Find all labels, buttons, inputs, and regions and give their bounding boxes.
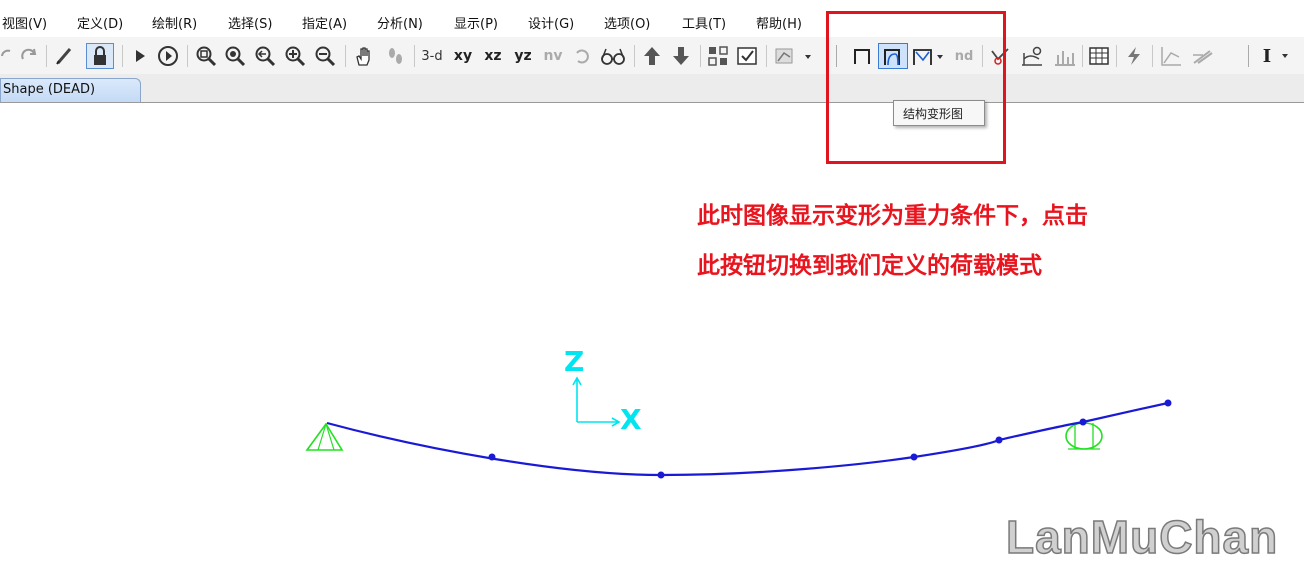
show-virtual-work-icon[interactable] [1050, 43, 1080, 69]
joint-node[interactable] [910, 453, 918, 461]
annotation-highlight-box [826, 11, 1006, 164]
menu-help[interactable]: 帮助(H) [756, 13, 802, 32]
view-yz-label: yz [514, 48, 532, 64]
menu-analyze[interactable]: 分析(N) [377, 13, 423, 32]
view-xz-button[interactable]: xz [480, 43, 506, 69]
z-axis-label: Z [564, 345, 585, 378]
menu-display[interactable]: 显示(P) [454, 13, 498, 32]
rotate-view-icon[interactable] [570, 43, 594, 69]
deformed-beam-line [326, 401, 1169, 477]
annotation-text-line2: 此按钮切换到我们定义的荷载模式 [697, 253, 1042, 279]
run-step-icon[interactable] [155, 43, 181, 69]
show-plot-function-icon[interactable] [1157, 43, 1185, 69]
menu-options[interactable]: 选项(O) [604, 13, 650, 32]
view-nv-label: nv [543, 48, 563, 64]
joint-node[interactable] [488, 453, 496, 461]
lock-icon[interactable] [86, 43, 114, 69]
zoom-full-icon[interactable] [222, 43, 248, 69]
menu-bar: 视图(V) 定义(D) 绘制(R) 选择(S) 指定(A) 分析(N) 显示(P… [0, 0, 1304, 37]
show-undeformed-dropdown[interactable] [771, 43, 815, 69]
move-down-icon[interactable] [668, 43, 694, 69]
window-tab-strip: Shape (DEAD) [0, 74, 1304, 103]
pin-support-icon [305, 422, 344, 451]
zoom-previous-icon[interactable] [252, 43, 278, 69]
joint-node[interactable] [1164, 399, 1172, 407]
toolbar: 3-d xy xz yz nv nd I [0, 37, 1304, 75]
toolbar-separator [1116, 45, 1117, 67]
menu-draw[interactable]: 绘制(R) [152, 13, 197, 32]
undo-icon[interactable] [0, 43, 12, 69]
view-xy-button[interactable]: xy [450, 43, 476, 69]
pan-hand-icon[interactable] [351, 43, 377, 69]
tab-deformed-shape-dead[interactable]: Shape (DEAD) [0, 78, 141, 102]
text-tool-label: I [1262, 45, 1272, 67]
toolbar-separator [700, 45, 701, 67]
toolbar-separator [46, 45, 47, 67]
toolbar-separator [634, 45, 635, 67]
annotation-text-line1: 此时图像显示变形为重力条件下，点击 [697, 203, 1088, 229]
toolbar-separator [122, 45, 123, 67]
toolbar-separator [1082, 45, 1083, 67]
menu-assign[interactable]: 指定(A) [302, 13, 347, 32]
redo-icon[interactable] [18, 43, 40, 69]
toolbar-separator [1152, 45, 1153, 67]
text-tool-dropdown[interactable]: I [1258, 43, 1298, 69]
menu-define[interactable]: 定义(D) [77, 13, 123, 32]
menu-select[interactable]: 选择(S) [228, 13, 272, 32]
set-display-options-icon[interactable] [734, 43, 760, 69]
view-xz-label: xz [484, 48, 502, 64]
x-axis-label: X [620, 403, 642, 436]
view-yz-button[interactable]: yz [510, 43, 536, 69]
run-analysis-icon[interactable] [130, 43, 150, 69]
menu-view[interactable]: 视图(V) [2, 13, 47, 32]
zoom-in-icon[interactable] [282, 43, 308, 69]
toolbar-separator [1248, 45, 1249, 67]
lightning-icon[interactable] [1121, 43, 1147, 69]
toolbar-separator [345, 45, 346, 67]
joint-node[interactable] [657, 471, 665, 479]
pencil-icon[interactable] [52, 43, 76, 69]
show-stress-icon[interactable] [1017, 43, 1047, 69]
view-3d-label: 3-d [421, 48, 443, 64]
view-xy-label: xy [453, 48, 473, 64]
zoom-out-icon[interactable] [312, 43, 338, 69]
section-cut-icon[interactable] [1188, 43, 1216, 69]
menu-design[interactable]: 设计(G) [528, 13, 574, 32]
view-3d-button[interactable]: 3-d [418, 43, 446, 69]
axis-triad [572, 376, 621, 427]
perspective-glasses-icon[interactable] [598, 43, 628, 69]
show-tables-icon[interactable] [1086, 43, 1112, 69]
object-shrink-icon[interactable] [705, 43, 731, 69]
toolbar-separator [766, 45, 767, 67]
tab-label: Shape (DEAD) [3, 82, 96, 97]
view-nv-button[interactable]: nv [540, 43, 566, 69]
toolbar-separator [414, 45, 415, 67]
deformed-shape-plot [305, 376, 1172, 479]
joint-node[interactable] [995, 436, 1003, 444]
footprint-icon[interactable] [382, 43, 408, 69]
toolbar-separator [187, 45, 188, 67]
watermark-text: LanMuChan [1005, 510, 1279, 564]
joint-node[interactable] [1079, 418, 1087, 426]
model-view-canvas[interactable] [0, 103, 1304, 568]
move-up-icon[interactable] [639, 43, 665, 69]
roller-support-icon [1065, 422, 1103, 450]
menu-tools[interactable]: 工具(T) [682, 13, 726, 32]
zoom-window-icon[interactable] [193, 43, 219, 69]
